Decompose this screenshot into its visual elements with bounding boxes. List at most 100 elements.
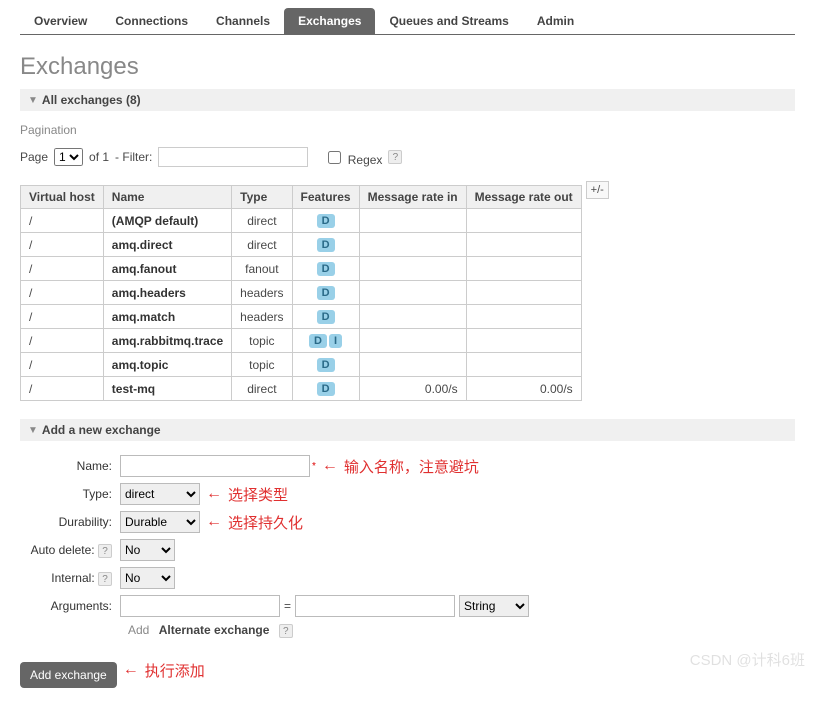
page-of-label: of 1 (89, 150, 109, 164)
cell-name: (AMQP default) (103, 209, 231, 233)
add-exchange-button[interactable]: Add exchange (20, 662, 117, 688)
help-icon[interactable]: ? (98, 572, 112, 586)
exchange-link[interactable]: amq.match (112, 310, 175, 324)
page-label: Page (20, 150, 48, 164)
regex-checkbox[interactable] (328, 151, 341, 164)
alternate-exchange-link[interactable]: Alternate exchange (159, 623, 270, 637)
cell-rate-out (466, 233, 581, 257)
tab-connections[interactable]: Connections (101, 8, 202, 34)
tab-queues[interactable]: Queues and Streams (375, 8, 522, 34)
help-icon[interactable]: ? (388, 150, 402, 164)
cell-features: DI (292, 329, 359, 353)
col-features[interactable]: Features (292, 186, 359, 209)
cell-vhost: / (21, 305, 104, 329)
feature-badge: I (329, 334, 342, 348)
tab-admin[interactable]: Admin (523, 8, 588, 34)
feature-badge: D (309, 334, 327, 348)
help-icon[interactable]: ? (279, 624, 293, 638)
durability-annotation: 选择持久化 (228, 512, 303, 533)
table-row: /test-mqdirectD0.00/s0.00/s (21, 377, 582, 401)
cell-vhost: / (21, 233, 104, 257)
cell-rate-out (466, 329, 581, 353)
arguments-helpers: Add Alternate exchange ? (128, 623, 795, 638)
page-select[interactable]: 1 (54, 148, 83, 166)
arrow-icon: ← (123, 661, 139, 679)
page-title: Exchanges (20, 53, 795, 81)
cell-features: D (292, 281, 359, 305)
add-exchange-form: Name: * ← 输入名称，注意避坑 Type: direct ← 选择类型 … (20, 455, 795, 688)
col-type[interactable]: Type (232, 186, 292, 209)
cell-type: fanout (232, 257, 292, 281)
cell-rate-out (466, 353, 581, 377)
col-rate-out[interactable]: Message rate out (466, 186, 581, 209)
name-input[interactable] (120, 455, 310, 477)
cell-type: direct (232, 377, 292, 401)
cell-vhost: / (21, 281, 104, 305)
cell-rate-out (466, 257, 581, 281)
cell-type: headers (232, 305, 292, 329)
name-annotation: 输入名称，注意避坑 (344, 456, 479, 477)
cell-vhost: / (21, 329, 104, 353)
pagination-controls: Page 1 of 1 - Filter: Regex ? (20, 147, 795, 167)
feature-badge: D (317, 382, 335, 396)
filter-label: - Filter: (115, 150, 152, 164)
filter-input[interactable] (158, 147, 308, 167)
cell-name: amq.direct (103, 233, 231, 257)
cell-type: direct (232, 209, 292, 233)
exchange-link[interactable]: amq.direct (112, 238, 173, 252)
internal-select[interactable]: No (120, 567, 175, 589)
auto-delete-label: Auto delete: ? (20, 543, 120, 558)
cell-rate-in (359, 353, 466, 377)
button-annotation: 执行添加 (145, 660, 205, 681)
type-select[interactable]: direct (120, 483, 200, 505)
cell-vhost: / (21, 257, 104, 281)
argument-value-input[interactable] (295, 595, 455, 617)
table-row: /amq.fanoutfanoutD (21, 257, 582, 281)
cell-rate-in (359, 329, 466, 353)
all-exchanges-label: All exchanges (42, 93, 123, 107)
all-exchanges-count: (8) (126, 93, 141, 107)
cell-features: D (292, 353, 359, 377)
durability-select[interactable]: Durable (120, 511, 200, 533)
tab-overview[interactable]: Overview (20, 8, 101, 34)
cell-rate-out (466, 305, 581, 329)
table-row: /(AMQP default)directD (21, 209, 582, 233)
required-star: * (312, 461, 316, 472)
cell-name: amq.topic (103, 353, 231, 377)
regex-label: Regex (348, 153, 383, 167)
argument-key-input[interactable] (120, 595, 280, 617)
add-exchange-header[interactable]: ▼ Add a new exchange (20, 419, 795, 441)
feature-badge: D (317, 286, 335, 300)
col-name[interactable]: Name (103, 186, 231, 209)
exchange-link[interactable]: amq.headers (112, 286, 186, 300)
cell-vhost: / (21, 353, 104, 377)
cell-name: amq.fanout (103, 257, 231, 281)
help-icon[interactable]: ? (98, 544, 112, 558)
exchange-link[interactable]: amq.rabbitmq.trace (112, 334, 223, 348)
exchange-link[interactable]: (AMQP default) (112, 214, 198, 228)
columns-toggle[interactable]: +/- (586, 181, 609, 199)
cell-features: D (292, 377, 359, 401)
table-row: /amq.headersheadersD (21, 281, 582, 305)
col-vhost[interactable]: Virtual host (21, 186, 104, 209)
tab-channels[interactable]: Channels (202, 8, 284, 34)
tab-exchanges[interactable]: Exchanges (284, 8, 375, 34)
feature-badge: D (317, 214, 335, 228)
argument-type-select[interactable]: String (459, 595, 529, 617)
regex-label-wrap[interactable]: Regex (324, 148, 382, 167)
arrow-icon: ← (206, 513, 222, 531)
all-exchanges-header[interactable]: ▼ All exchanges (8) (20, 89, 795, 111)
table-row: /amq.rabbitmq.tracetopicDI (21, 329, 582, 353)
cell-rate-in (359, 257, 466, 281)
cell-features: D (292, 233, 359, 257)
exchange-link[interactable]: amq.fanout (112, 262, 177, 276)
col-rate-in[interactable]: Message rate in (359, 186, 466, 209)
chevron-down-icon: ▼ (28, 95, 38, 106)
type-annotation: 选择类型 (228, 484, 288, 505)
exchange-link[interactable]: test-mq (112, 382, 155, 396)
auto-delete-select[interactable]: No (120, 539, 175, 561)
cell-type: direct (232, 233, 292, 257)
feature-badge: D (317, 310, 335, 324)
exchange-link[interactable]: amq.topic (112, 358, 169, 372)
internal-label: Internal: ? (20, 571, 120, 586)
